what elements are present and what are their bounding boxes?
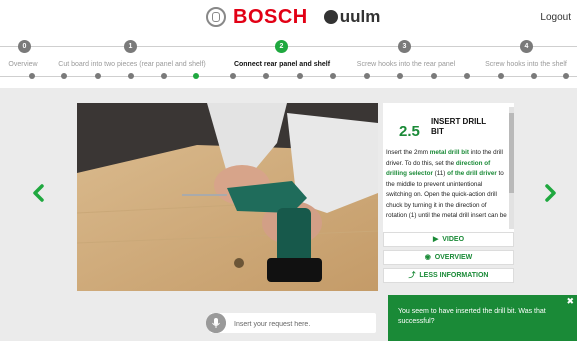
overview-button[interactable]: ◉ OVERVIEW bbox=[383, 250, 514, 265]
step-3-number[interactable]: 3 bbox=[398, 40, 411, 53]
less-information-button-label: LESS INFORMATION bbox=[419, 272, 489, 279]
overview-button-label: OVERVIEW bbox=[434, 254, 473, 261]
description-text: (11) bbox=[432, 170, 448, 177]
substep-dot[interactable] bbox=[161, 73, 167, 79]
substep-dot[interactable] bbox=[61, 73, 67, 79]
step-0-number[interactable]: 0 bbox=[18, 40, 31, 53]
panel-scrollbar-thumb[interactable] bbox=[509, 113, 514, 193]
substep-dot[interactable] bbox=[531, 73, 537, 79]
logos: BOSCH uulm bbox=[206, 6, 380, 28]
step-4-number[interactable]: 4 bbox=[520, 40, 533, 53]
request-input[interactable] bbox=[232, 316, 376, 332]
header: BOSCH uulm Logout bbox=[0, 0, 577, 34]
substep-number: 2.5 bbox=[399, 123, 420, 140]
step-3-label[interactable]: Screw hooks into the rear panel bbox=[357, 61, 455, 68]
substep-dot[interactable] bbox=[230, 73, 236, 79]
substep-dot[interactable] bbox=[397, 73, 403, 79]
request-bar[interactable] bbox=[206, 313, 376, 333]
toast-message: You seem to have inserted the drill bit.… bbox=[398, 308, 546, 325]
substep-dot[interactable] bbox=[464, 73, 470, 79]
substep-dot-active[interactable] bbox=[193, 73, 199, 79]
substep-dot[interactable] bbox=[498, 73, 504, 79]
video-button-label: VIDEO bbox=[442, 236, 465, 243]
arrow-up-icon: ⤴ bbox=[408, 272, 416, 279]
video-button[interactable]: ▶ VIDEO bbox=[383, 232, 514, 247]
less-information-button[interactable]: ⤴ LESS INFORMATION bbox=[383, 268, 514, 283]
step-0-label[interactable]: Overview bbox=[8, 61, 37, 68]
description-highlight: metal drill bit bbox=[429, 149, 469, 156]
description-text: Insert the 2mm bbox=[386, 149, 430, 156]
substep-dot[interactable] bbox=[431, 73, 437, 79]
step-1-label[interactable]: Cut board into two pieces (rear panel an… bbox=[58, 61, 205, 68]
substep-dot[interactable] bbox=[297, 73, 303, 79]
instruction-photo bbox=[77, 103, 378, 291]
substep-description: Insert the 2mm metal drill bit into the … bbox=[386, 148, 508, 222]
close-icon[interactable]: ✖ bbox=[566, 296, 574, 307]
eye-icon: ◉ bbox=[424, 254, 431, 261]
chevron-left-icon[interactable] bbox=[32, 184, 44, 202]
description-highlight: of the drill driver bbox=[447, 170, 497, 177]
step-line-bottom bbox=[0, 76, 577, 77]
uulm-wordmark: uulm bbox=[339, 7, 381, 26]
step-2-label[interactable]: Connect rear panel and shelf bbox=[234, 61, 330, 68]
step-1-number[interactable]: 1 bbox=[124, 40, 137, 53]
substep-dot[interactable] bbox=[364, 73, 370, 79]
panel-scrollbar[interactable] bbox=[509, 107, 514, 229]
play-icon: ▶ bbox=[432, 236, 439, 243]
substep-dot[interactable] bbox=[29, 73, 35, 79]
substep-dot[interactable] bbox=[263, 73, 269, 79]
description-text: to the middle to prevent unintentional s… bbox=[386, 170, 507, 219]
step-progress-bar: 0 1 2 3 4 Overview Cut board into two pi… bbox=[0, 34, 577, 88]
step-line-top bbox=[0, 46, 577, 47]
uulm-seal-icon bbox=[323, 10, 338, 24]
step-2-number[interactable]: 2 bbox=[275, 40, 288, 53]
substep-dot[interactable] bbox=[330, 73, 336, 79]
microphone-icon[interactable] bbox=[206, 313, 226, 333]
step-4-label[interactable]: Screw hooks into the shelf bbox=[485, 61, 567, 68]
logout-link[interactable]: Logout bbox=[540, 12, 571, 23]
substep-dot[interactable] bbox=[563, 73, 569, 79]
confirmation-toast[interactable]: ✖ You seem to have inserted the drill bi… bbox=[388, 295, 577, 341]
substep-title: INSERT DRILL BIT bbox=[431, 117, 486, 136]
bosch-logo-icon bbox=[206, 7, 226, 27]
substep-dot[interactable] bbox=[128, 73, 134, 79]
chevron-right-icon[interactable] bbox=[545, 184, 557, 202]
bosch-wordmark: BOSCH bbox=[233, 5, 308, 28]
uulm-logo: uulm bbox=[323, 7, 381, 27]
step-info-panel[interactable]: 2.5 INSERT DRILL BIT Insert the 2mm meta… bbox=[383, 103, 514, 233]
substep-dot[interactable] bbox=[95, 73, 101, 79]
